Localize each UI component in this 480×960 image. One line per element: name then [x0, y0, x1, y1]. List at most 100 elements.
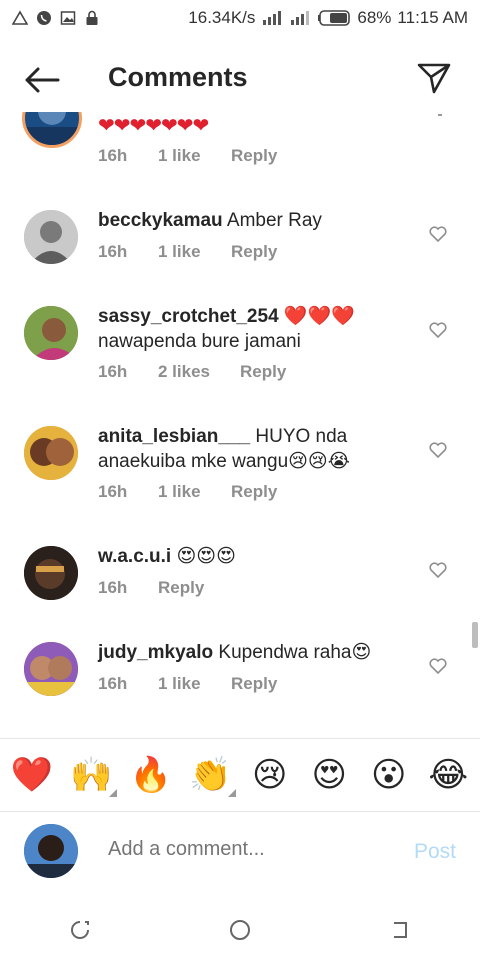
recent-apps-icon [71, 921, 89, 939]
comment-body: judy_mkyalo Kupendwa raha😍 [98, 640, 416, 665]
comment-time: 16h [98, 242, 128, 261]
reply-button[interactable]: Reply [158, 578, 204, 598]
emoji-glyph: 🙌 [70, 755, 113, 795]
like-count[interactable]: 1 like [158, 242, 231, 262]
heart-outline-icon [429, 322, 447, 338]
comment-text: ❤️❤️❤️ [283, 305, 355, 327]
comment-username[interactable]: anita_lesbian___ [98, 426, 250, 447]
emoji-heart-button[interactable]: ❤️ [8, 751, 56, 799]
comment-meta: 16h 1 like Reply [98, 242, 277, 262]
like-count[interactable]: 1 like [158, 482, 231, 502]
comment-item: w.a.c.u.i 😍😍😍 16h Reply [0, 544, 480, 624]
my-avatar [24, 824, 78, 878]
avatar[interactable] [24, 546, 78, 600]
heart-outline-icon [429, 562, 447, 578]
comment-input[interactable] [108, 838, 398, 861]
comment-username[interactable]: becckykamau [98, 210, 223, 231]
comment-body: w.a.c.u.i 😍😍😍 [98, 544, 416, 569]
comment-item: judy_mkyalo Kupendwa raha😍 16h 1 like Re… [0, 640, 480, 720]
comments-list[interactable]: ❤❤❤❤❤❤❤ 16h 1 like Reply becckykamau Amb… [0, 112, 480, 737]
comment-time: 16h [98, 578, 128, 597]
scrollbar[interactable] [472, 622, 478, 648]
comment-meta: 16h 1 like Reply [98, 146, 277, 166]
home-circle-icon [230, 920, 250, 940]
warning-icon [12, 10, 28, 25]
emoji-raised-hands-button[interactable]: 🙌 [67, 751, 118, 799]
comment-text: Kupendwa raha😍 [218, 642, 372, 663]
heart-outline-icon [429, 658, 447, 674]
comment-composer: Post [0, 820, 480, 884]
back-nav-icon [394, 922, 407, 938]
network-speed: 16.34K/s [188, 8, 256, 27]
header: Comments [0, 40, 480, 120]
reply-button[interactable]: Reply [231, 482, 277, 502]
like-count[interactable]: 1 like [158, 146, 231, 166]
like-button[interactable] [428, 560, 448, 580]
reply-button[interactable]: Reply [231, 674, 277, 694]
battery-percent: 68% [357, 8, 392, 27]
back-nav-button[interactable] [380, 910, 420, 950]
skin-tone-indicator [109, 789, 118, 797]
emoji-quick-bar: ❤️ 🙌 🔥 👏 😢 😍 😮 😂 [0, 738, 480, 812]
like-button[interactable] [428, 320, 448, 340]
like-count[interactable]: 1 like [158, 674, 231, 694]
recent-apps-button[interactable] [60, 910, 100, 950]
emoji-surprised-button[interactable]: 😮 [365, 751, 413, 799]
avatar[interactable] [24, 210, 78, 264]
reply-button[interactable]: Reply [231, 242, 277, 262]
comment-meta: 16h 1 like Reply [98, 482, 277, 502]
comment-time: 16h [98, 482, 128, 501]
comment-body: sassy_crotchet_254 ❤️❤️❤️ nawapenda bure… [98, 304, 416, 354]
heart-outline-icon [429, 442, 447, 458]
like-button[interactable] [428, 224, 448, 244]
comment-item: ❤❤❤❤❤❤❤ 16h 1 like Reply [0, 112, 480, 182]
comment-text: ❤❤❤❤❤❤❤ [98, 115, 209, 137]
reply-button[interactable]: Reply [231, 146, 277, 166]
like-button[interactable] [428, 656, 448, 676]
like-count[interactable]: 2 likes [158, 362, 240, 382]
comment-meta: 16h 2 likes Reply [98, 362, 286, 382]
comment-time: 16h [98, 146, 128, 165]
emoji-clap-button[interactable]: 👏 [186, 751, 237, 799]
avatar[interactable] [24, 426, 78, 480]
emoji-laughing-button[interactable]: 😂 [424, 751, 472, 799]
signal-icon [263, 11, 282, 25]
comment-text-line2: anaekuiba mke wangu😢😢😭 [98, 451, 350, 472]
share-button[interactable] [416, 60, 452, 96]
home-button[interactable] [220, 910, 260, 950]
comment-item: anita_lesbian___ HUYO nda anaekuiba mke … [0, 424, 480, 524]
comment-text: 😍😍😍 [176, 545, 236, 567]
arrow-left-icon [25, 67, 60, 93]
like-button[interactable] [428, 440, 448, 460]
system-nav-bar [0, 900, 480, 960]
emoji-crying-button[interactable]: 😢 [246, 751, 294, 799]
comment-meta: 16h Reply [98, 578, 204, 598]
reply-button[interactable]: Reply [240, 362, 286, 382]
image-icon [60, 11, 76, 25]
comment-username[interactable]: judy_mkyalo [98, 642, 213, 663]
emoji-glyph: 👏 [189, 755, 232, 795]
avatar[interactable] [24, 306, 78, 360]
comment-time: 16h [98, 674, 128, 693]
comment-item: sassy_crotchet_254 ❤️❤️❤️ nawapenda bure… [0, 304, 480, 404]
avatar[interactable] [22, 112, 82, 148]
comment-username[interactable]: w.a.c.u.i [98, 546, 171, 567]
whatsapp-icon [37, 11, 51, 25]
status-bar: 16.34K/s 68% 11:15 AM [0, 0, 480, 36]
comment-text-line2: nawapenda bure jamani [98, 331, 301, 352]
heart-outline-icon [429, 226, 447, 242]
post-button[interactable]: Post [414, 840, 456, 864]
paper-plane-icon [417, 63, 451, 94]
avatar[interactable] [24, 642, 78, 696]
lock-icon [86, 10, 98, 25]
comment-text: Amber Ray [226, 210, 322, 231]
emoji-fire-button[interactable]: 🔥 [127, 751, 175, 799]
back-button[interactable] [22, 64, 62, 96]
emoji-heart-eyes-button[interactable]: 😍 [305, 751, 353, 799]
comment-meta: 16h 1 like Reply [98, 674, 277, 694]
comment-username[interactable]: sassy_crotchet_254 [98, 306, 279, 327]
comment-item: becckykamau Amber Ray 16h 1 like Reply [0, 208, 480, 288]
more-indicator [438, 114, 442, 116]
comment-body: becckykamau Amber Ray [98, 208, 416, 233]
comment-text: HUYO nda [255, 426, 348, 447]
